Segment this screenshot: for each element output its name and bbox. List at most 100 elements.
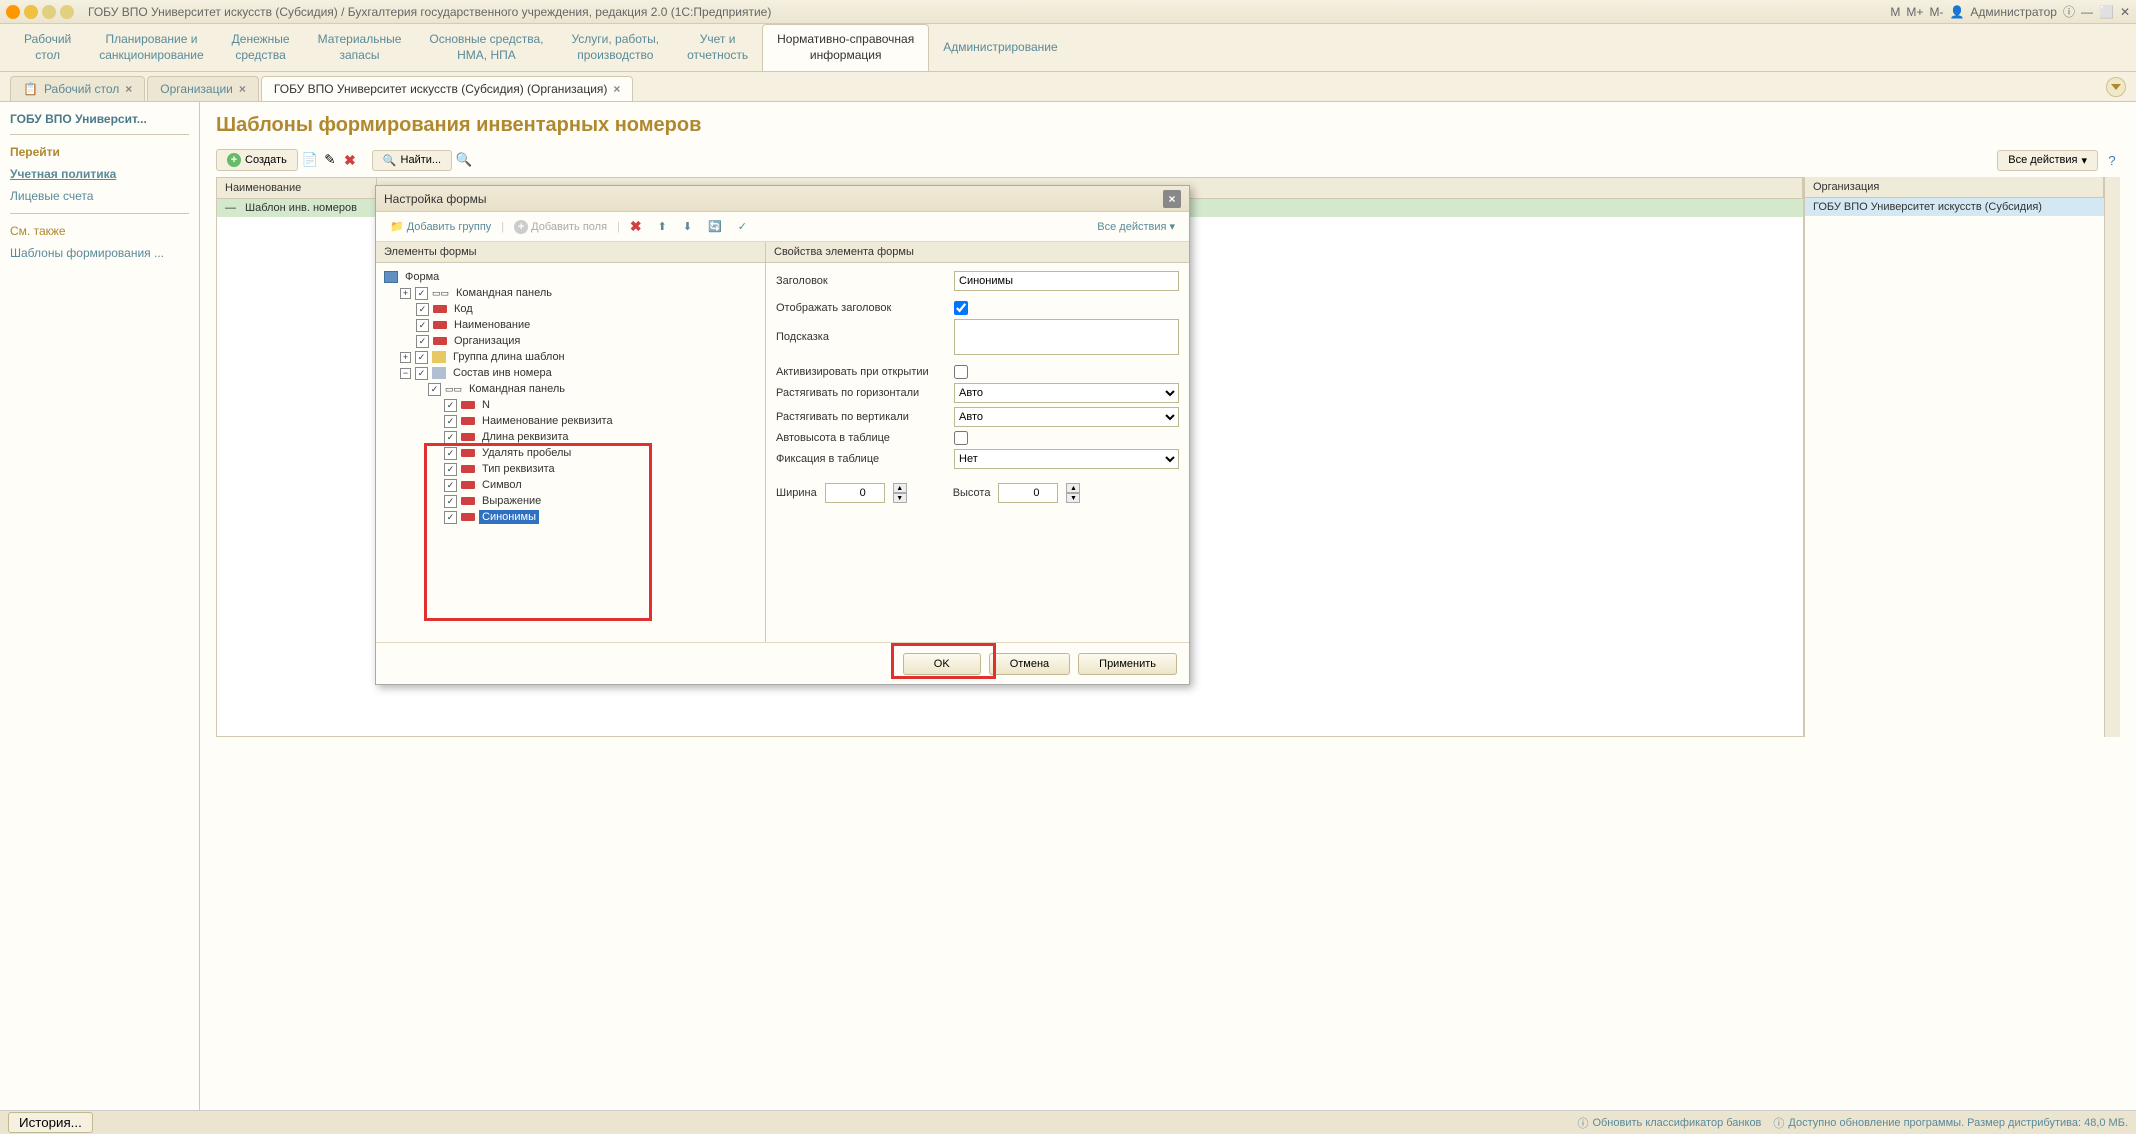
tree-kod[interactable]: Код (451, 302, 476, 316)
prop-height-input[interactable] (998, 483, 1058, 503)
tree-naim-rek[interactable]: Наименование реквизита (479, 414, 616, 428)
sidebar-accounting-policy[interactable]: Учетная политика (10, 163, 189, 185)
tree-checkbox[interactable] (444, 415, 457, 428)
sidebar-accounts[interactable]: Лицевые счета (10, 185, 189, 207)
cancel-button[interactable]: Отмена (989, 653, 1070, 675)
menu-services[interactable]: Услуги, работы, производство (557, 24, 673, 71)
help-button[interactable]: ? (2104, 152, 2120, 168)
tree-simvol[interactable]: Символ (479, 478, 525, 492)
tree-n[interactable]: N (479, 398, 493, 412)
tree-checkbox[interactable] (416, 303, 429, 316)
tree-form[interactable]: Форма (402, 270, 442, 284)
find-button[interactable]: 🔍 Найти... (372, 150, 452, 171)
scrollbar-v[interactable] (2104, 177, 2120, 737)
apply-button[interactable]: Применить (1078, 653, 1177, 675)
info-icon[interactable]: ⓘ (2063, 3, 2075, 20)
tree-naim[interactable]: Наименование (451, 318, 533, 332)
ok-button[interactable]: OK (903, 653, 981, 675)
history-button[interactable]: История... (8, 1112, 93, 1133)
menu-reference[interactable]: Нормативно-справочная информация (762, 24, 929, 71)
tree-expand[interactable]: + (400, 352, 411, 363)
close-icon[interactable]: ✕ (2120, 5, 2130, 19)
user-label[interactable]: Администратор (1970, 5, 2057, 19)
tree-checkbox[interactable] (415, 351, 428, 364)
tab-organizations[interactable]: Организации × (147, 76, 259, 101)
update-banks-link[interactable]: ⓘОбновить классификатор банков (1577, 1115, 1761, 1131)
sidebar-templates[interactable]: Шаблоны формирования ... (10, 242, 189, 264)
move-down-button[interactable]: ⬇ (677, 218, 698, 235)
minimize-icon[interactable]: — (2081, 5, 2093, 19)
star-icon[interactable] (60, 5, 74, 19)
menu-desktop[interactable]: Рабочий стол (10, 24, 85, 71)
tree-grp-dlina[interactable]: Группа длина шаблон (450, 350, 568, 364)
tree-checkbox[interactable] (416, 335, 429, 348)
edit-button[interactable]: ✎ (322, 152, 338, 168)
mminus-indicator[interactable]: M- (1929, 5, 1943, 19)
tree-expand[interactable]: + (400, 288, 411, 299)
check-button[interactable]: ✓ (732, 218, 753, 235)
update-available-link[interactable]: ⓘДоступно обновление программы. Размер д… (1773, 1115, 2128, 1131)
tree-tip-rek[interactable]: Тип реквизита (479, 462, 558, 476)
tab-desktop[interactable]: 📋 Рабочий стол × (10, 76, 145, 101)
spin-up[interactable]: ▲ (1066, 483, 1080, 493)
tab-close-icon[interactable]: × (125, 82, 132, 96)
tree-checkbox[interactable] (444, 495, 457, 508)
sidebar-goto[interactable]: Перейти (10, 141, 189, 163)
prop-showtitle-checkbox[interactable] (954, 301, 968, 315)
dialog-all-actions-button[interactable]: Все действия ▾ (1091, 218, 1181, 235)
menu-cash[interactable]: Денежные средства (218, 24, 304, 71)
menu-assets[interactable]: Основные средства, НМА, НПА (415, 24, 557, 71)
prop-title-input[interactable] (954, 271, 1179, 291)
tree-checkbox[interactable] (415, 287, 428, 300)
prop-stretch-v-select[interactable]: Авто (954, 407, 1179, 427)
tree-collapse[interactable]: − (400, 368, 411, 379)
refresh-button[interactable]: 🔄 (702, 218, 728, 235)
move-up-button[interactable]: ⬆ (652, 218, 673, 235)
all-actions-button[interactable]: Все действия ▾ (1997, 150, 2098, 171)
prop-activate-checkbox[interactable] (954, 365, 968, 379)
home-icon[interactable] (24, 5, 38, 19)
tree-sinonimy[interactable]: Синонимы (479, 510, 539, 524)
mplus-indicator[interactable]: M+ (1906, 5, 1923, 19)
tab-expand-button[interactable] (2106, 77, 2126, 97)
tree-udal[interactable]: Удалять пробелы (479, 446, 574, 460)
col-name[interactable]: Наименование (217, 178, 377, 198)
add-group-button[interactable]: 📁 Добавить группу (384, 218, 497, 235)
app-icon[interactable] (6, 5, 20, 19)
maximize-icon[interactable]: ⬜ (2099, 5, 2114, 19)
spin-up[interactable]: ▲ (893, 483, 907, 493)
delete-button[interactable]: ✖ (342, 152, 358, 168)
dialog-close-button[interactable]: × (1163, 190, 1181, 208)
tree-cmdpanel2[interactable]: Командная панель (466, 382, 568, 396)
tab-close-icon[interactable]: × (239, 82, 246, 96)
table-row[interactable]: ГОБУ ВПО Университет искусств (Субсидия) (1805, 198, 2104, 216)
tree-checkbox[interactable] (444, 447, 457, 460)
clear-search-button[interactable]: 🔍 (456, 152, 472, 168)
tree-dlina-rek[interactable]: Длина реквизита (479, 430, 572, 444)
tree-sostav[interactable]: Состав инв номера (450, 366, 555, 380)
tree-checkbox[interactable] (428, 383, 441, 396)
col-org[interactable]: Организация (1805, 177, 2104, 197)
menu-planning[interactable]: Планирование и санкционирование (85, 24, 217, 71)
menu-admin[interactable]: Администрирование (929, 24, 1071, 71)
menu-accounting[interactable]: Учет и отчетность (673, 24, 762, 71)
tree-org[interactable]: Организация (451, 334, 523, 348)
tab-close-icon[interactable]: × (613, 82, 620, 96)
prop-stretch-h-select[interactable]: Авто (954, 383, 1179, 403)
favorite-icon[interactable] (42, 5, 56, 19)
copy-button[interactable]: 📄 (302, 152, 318, 168)
create-button[interactable]: +Создать (216, 149, 298, 171)
tree-checkbox[interactable] (444, 431, 457, 444)
delete-item-button[interactable]: ✖ (624, 216, 648, 237)
tree-checkbox[interactable] (444, 463, 457, 476)
prop-autoheight-checkbox[interactable] (954, 431, 968, 445)
tree-checkbox[interactable] (444, 511, 457, 524)
menu-materials[interactable]: Материальные запасы (304, 24, 416, 71)
tree-cmdpanel[interactable]: Командная панель (453, 286, 555, 300)
spin-down[interactable]: ▼ (893, 493, 907, 503)
tree-checkbox[interactable] (416, 319, 429, 332)
tree-checkbox[interactable] (444, 479, 457, 492)
prop-fix-select[interactable]: Нет (954, 449, 1179, 469)
tree-vyraz[interactable]: Выражение (479, 494, 544, 508)
tree-checkbox[interactable] (444, 399, 457, 412)
